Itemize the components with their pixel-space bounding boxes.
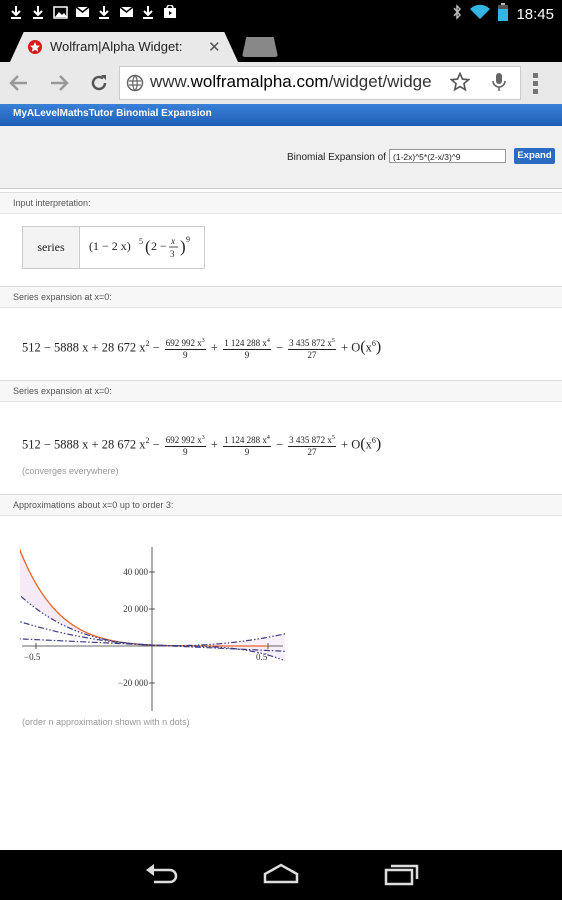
y-tick-label: −20 000: [118, 678, 148, 688]
bluetooth-icon: [452, 4, 462, 25]
y-tick-label: 40 000: [123, 567, 148, 577]
new-tab-button[interactable]: [242, 37, 278, 57]
series-value: (1 − 2 x) 5 ( 2 − x 3 ) 9: [89, 233, 219, 267]
tab-title: Wolfram|Alpha Widget:: [50, 39, 183, 54]
approximation-line-order-3: [20, 594, 285, 662]
svg-text:5: 5: [139, 237, 143, 246]
input-label: Binomial Expansion of: [287, 152, 386, 163]
widget-title: MyALevelMathsTutor Binomial Expansion: [13, 108, 212, 119]
download-icon: [140, 4, 156, 20]
address-bar[interactable]: www.wolframalpha.com/widget/widge: [119, 66, 521, 100]
tab-wolfram-alpha[interactable]: Wolfram|Alpha Widget: ✕: [10, 32, 238, 62]
pod-header-series-1: Series expansion at x=0:: [0, 286, 562, 308]
gmail-icon: [74, 4, 90, 20]
svg-text:): ): [180, 237, 186, 256]
wifi-icon: [470, 4, 491, 25]
microphone-icon[interactable]: [492, 72, 506, 97]
back-arrow-icon[interactable]: [8, 72, 30, 94]
approximation-line-order-2: [20, 621, 285, 647]
forward-arrow-icon[interactable]: [48, 72, 70, 94]
input-interpretation-table: series (1 − 2 x) 5 ( 2 − x 3 ) 9: [22, 226, 205, 269]
globe-icon: [126, 74, 144, 97]
navigation-bar: [0, 850, 562, 900]
recent-apps-icon[interactable]: [384, 862, 420, 891]
download-icon: [30, 4, 46, 20]
pod-header-series-2: Series expansion at x=0:: [0, 380, 562, 402]
pod-header-approx: Approximations about x=0 up to order 3:: [0, 494, 562, 516]
exact-function-line: [20, 548, 268, 647]
expression-input[interactable]: (1-2x)^5*(2-x/3)^9: [389, 149, 506, 163]
browser-toolbar: www.wolframalpha.com/widget/widge: [0, 62, 562, 105]
back-icon[interactable]: [144, 862, 180, 891]
clock: 18:45: [516, 6, 554, 23]
series-expansion-2: 512 − 5888 x + 28 672 x2 − 692 992 x3 9 +…: [22, 435, 382, 457]
tab-strip: Wolfram|Alpha Widget: ✕: [0, 25, 562, 62]
svg-text:3: 3: [170, 249, 175, 259]
gmail-icon: [118, 4, 134, 20]
bookmark-star-icon[interactable]: [449, 71, 471, 97]
pod-header-input: Input interpretation:: [0, 192, 562, 214]
url-text: www.wolframalpha.com/widget/widge: [150, 72, 432, 91]
series-key: series: [23, 227, 80, 268]
approx-note: (order n approximation shown with n dots…: [22, 717, 190, 727]
y-tick-label: 20 000: [123, 604, 148, 614]
converges-note: (converges everywhere): [22, 466, 119, 476]
overflow-menu-icon[interactable]: [533, 72, 539, 99]
status-bar: 18:45: [0, 0, 562, 25]
download-icon: [96, 4, 112, 20]
series-expansion-1: 512 − 5888 x + 28 672 x2 − 692 992 x3 9 +…: [22, 338, 382, 360]
close-tab-icon[interactable]: ✕: [208, 38, 221, 56]
image-icon: [52, 4, 68, 20]
widget-title-bar: MyALevelMathsTutor Binomial Expansion: [0, 104, 562, 126]
approximation-shaded-region: [20, 550, 271, 656]
download-icon: [8, 4, 24, 20]
svg-text:9: 9: [186, 235, 190, 244]
home-icon[interactable]: [263, 862, 299, 891]
svg-text:(1 − 2 x): (1 − 2 x): [89, 239, 131, 253]
battery-icon: [498, 3, 509, 26]
expand-button[interactable]: Expand: [514, 148, 555, 164]
widget-input-area: Binomial Expansion of (1-2x)^5*(2-x/3)^9…: [0, 126, 562, 189]
approximation-plot: −1.0−0.50.51.040 00020 000−20 000: [20, 547, 285, 711]
svg-text:x: x: [170, 236, 175, 246]
wolfram-alpha-icon: [28, 40, 42, 54]
reload-icon[interactable]: [88, 72, 110, 94]
svg-text:2 −: 2 −: [151, 239, 167, 253]
x-tick-label: −0.5: [24, 652, 41, 662]
play-store-icon: [162, 4, 178, 20]
